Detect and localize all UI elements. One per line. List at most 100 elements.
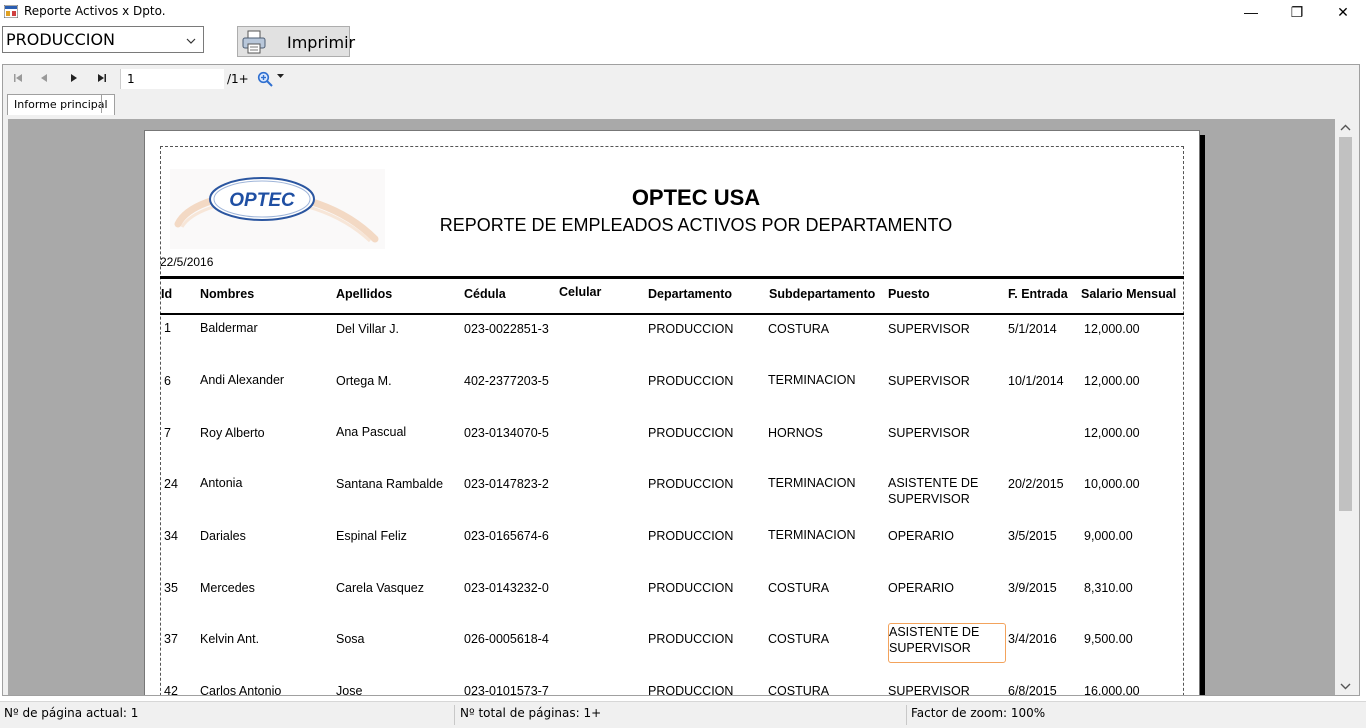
status-divider xyxy=(906,705,907,725)
cell-entrada: 10/1/2014 xyxy=(1008,374,1064,388)
header-rule-top xyxy=(160,276,1184,279)
cell-cedula: 023-0101573-7 xyxy=(464,684,549,695)
cell-apellidos: Sosa xyxy=(336,632,365,646)
zoom-icon[interactable] xyxy=(257,71,273,87)
cell-subdepartamento: COSTURA xyxy=(768,322,830,336)
cell-salario: 9,000.00 xyxy=(1084,529,1133,543)
cell-entrada: 3/4/2016 xyxy=(1008,632,1057,646)
viewer-toolbar: /1+ xyxy=(3,65,1359,93)
column-header-puesto: Puesto xyxy=(888,287,930,301)
column-header-nombres: Nombres xyxy=(200,287,255,301)
cell-subdepartamento: COSTURA xyxy=(768,632,830,646)
print-button-label: Imprimir xyxy=(287,33,356,52)
maximize-button[interactable]: ❐ xyxy=(1274,0,1320,24)
scroll-down-icon[interactable] xyxy=(1336,679,1355,693)
cell-subdepartamento: TERMINACION xyxy=(768,373,856,387)
cell-departamento: PRODUCCION xyxy=(648,477,734,491)
header-rule-bottom xyxy=(160,313,1184,315)
report-frame: OPTEC OPTEC USA REPORTE DE EMPLEADOS ACT… xyxy=(160,146,1184,695)
app-icon xyxy=(4,5,18,18)
cell-cedula: 023-0147823-2 xyxy=(464,477,549,491)
status-zoom: Factor de zoom: 100% xyxy=(911,706,1046,720)
vertical-scrollbar[interactable] xyxy=(1336,119,1355,695)
cell-apellidos: Espinal Feliz xyxy=(336,529,407,543)
prev-page-icon[interactable] xyxy=(37,71,51,85)
cell-nombres: Mercedes xyxy=(200,581,255,595)
page-number-input[interactable] xyxy=(120,69,224,89)
cell-cedula: 402-2377203-5 xyxy=(464,374,549,388)
cell-nombres: Dariales xyxy=(200,529,246,543)
cell-salario: 12,000.00 xyxy=(1084,374,1140,388)
cell-subdepartamento: TERMINACION xyxy=(768,528,856,542)
cell-puesto-selected[interactable]: ASISTENTE DE SUPERVISOR xyxy=(888,623,1006,663)
report-date: 22/5/2016 xyxy=(160,255,214,269)
cell-id: 34 xyxy=(164,529,178,543)
window-title: Reporte Activos x Dpto. xyxy=(24,4,166,18)
cell-puesto: SUPERVISOR xyxy=(888,684,970,695)
cell-id: 37 xyxy=(164,632,178,646)
zoom-dropdown-icon[interactable] xyxy=(277,73,284,79)
cell-entrada: 20/2/2015 xyxy=(1008,477,1064,491)
cell-apellidos: Carela Vasquez xyxy=(336,581,425,595)
tab-divider xyxy=(101,95,102,113)
chevron-down-icon xyxy=(186,38,196,44)
next-page-icon[interactable] xyxy=(67,71,81,85)
cell-apellidos: Santana Rambalde xyxy=(336,477,444,491)
department-select[interactable]: PRODUCCION xyxy=(2,26,204,53)
tab-informe-principal[interactable]: Informe principal xyxy=(7,94,115,115)
cell-nombres: Kelvin Ant. xyxy=(200,632,260,646)
scrollbar-thumb[interactable] xyxy=(1339,137,1352,511)
cell-puesto: SUPERVISOR xyxy=(888,426,970,440)
cell-puesto: ASISTENTE DE SUPERVISOR xyxy=(888,476,979,506)
cell-apellidos: Del Villar J. xyxy=(336,322,399,336)
column-header-celular: Celular xyxy=(559,285,602,299)
cell-departamento: PRODUCCION xyxy=(648,529,734,543)
cell-subdepartamento: TERMINACION xyxy=(768,476,856,490)
title-bar: Reporte Activos x Dpto. — ❐ ✕ xyxy=(0,0,1366,24)
cell-departamento: PRODUCCION xyxy=(648,374,734,388)
cell-entrada: 3/9/2015 xyxy=(1008,581,1057,595)
first-page-icon[interactable] xyxy=(11,71,25,85)
column-header-salario: Salario Mensual xyxy=(1081,287,1177,301)
page-total-label: /1+ xyxy=(227,72,249,86)
cell-puesto: OPERARIO xyxy=(888,529,954,543)
cell-puesto: OPERARIO xyxy=(888,581,954,595)
cell-departamento: PRODUCCION xyxy=(648,581,734,595)
cell-apellidos: Ortega M. xyxy=(336,374,392,388)
cell-salario: 12,000.00 xyxy=(1084,426,1140,440)
last-page-icon[interactable] xyxy=(95,71,109,85)
cell-subdepartamento: COSTURA xyxy=(768,684,830,695)
cell-nombres: Carlos Antonio xyxy=(200,684,282,695)
cell-entrada: 3/5/2015 xyxy=(1008,529,1057,543)
cell-departamento: PRODUCCION xyxy=(648,684,734,695)
cell-subdepartamento: COSTURA xyxy=(768,581,830,595)
printer-icon xyxy=(242,30,266,54)
cell-puesto: SUPERVISOR xyxy=(888,322,970,336)
minimize-button[interactable]: — xyxy=(1228,0,1274,24)
scroll-up-icon[interactable] xyxy=(1336,121,1355,135)
department-select-value: PRODUCCION xyxy=(6,30,116,49)
status-bar: Nº de página actual: 1 Nº total de págin… xyxy=(0,701,1366,728)
cell-cedula: 023-0022851-3 xyxy=(464,322,549,336)
column-header-apellidos: Apellidos xyxy=(336,287,393,301)
cell-cedula: 026-0005618-4 xyxy=(464,632,549,646)
column-header-departamento: Departamento xyxy=(648,287,733,301)
report-viewer: /1+ Informe principal OPTEC xyxy=(2,64,1360,696)
cell-departamento: PRODUCCION xyxy=(648,426,734,440)
status-current-page: Nº de página actual: 1 xyxy=(4,706,139,720)
company-name: OPTEC USA xyxy=(631,185,761,210)
status-total-pages: Nº total de páginas: 1+ xyxy=(460,706,602,720)
cell-subdepartamento: HORNOS xyxy=(768,426,823,440)
close-button[interactable]: ✕ xyxy=(1320,0,1366,24)
cell-apellidos: Ana Pascual xyxy=(336,425,407,439)
cell-id: 1 xyxy=(164,321,171,335)
cell-cedula: 023-0134070-5 xyxy=(464,426,549,440)
column-header-subdepartamento: Subdepartamento xyxy=(769,287,876,301)
cell-id: 42 xyxy=(164,684,178,695)
cell-cedula: 023-0165674-6 xyxy=(464,529,549,543)
cell-salario: 8,310.00 xyxy=(1084,581,1133,595)
cell-nombres: Andi Alexander xyxy=(200,373,285,387)
cell-departamento: PRODUCCION xyxy=(648,322,734,336)
cell-id: 24 xyxy=(164,477,178,491)
print-button[interactable]: Imprimir xyxy=(237,26,355,57)
